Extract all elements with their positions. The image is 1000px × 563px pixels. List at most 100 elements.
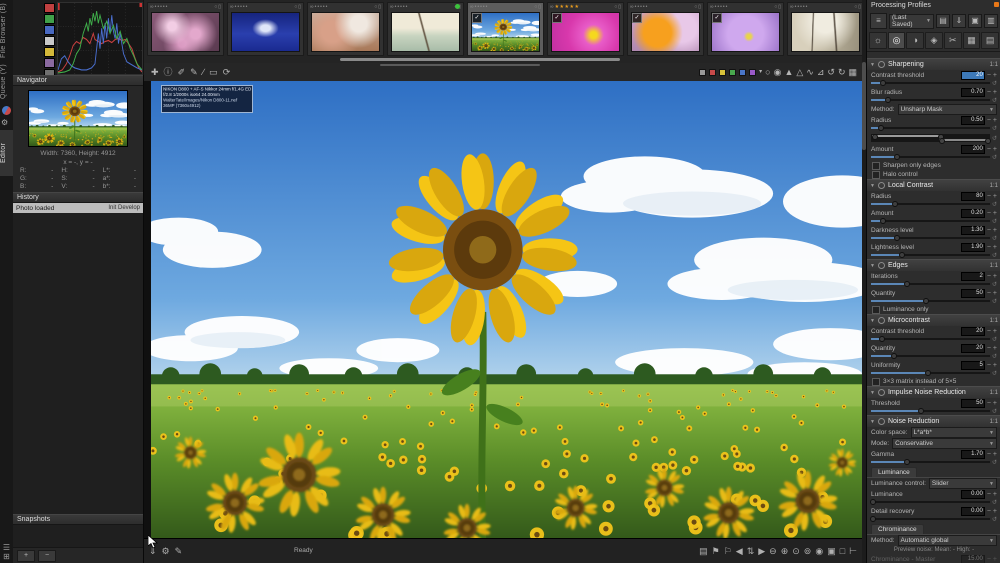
section-header-noise-reduction[interactable]: ▼Noise Reduction1:1: [867, 415, 1000, 427]
decrement-button[interactable]: −: [987, 193, 991, 200]
image-canvas[interactable]: NIKON D800 + AF-S Nikkor 24mm f/1.4G ED …: [144, 81, 862, 539]
slider-track[interactable]: [871, 461, 990, 463]
thumbnail-memorial[interactable]: ∞•••••○▯: [227, 2, 304, 56]
rating-dots[interactable]: •••••: [795, 4, 809, 10]
param-luminance[interactable]: Luminance0.00−+↺: [867, 489, 1000, 506]
decrement-button[interactable]: −: [987, 328, 991, 335]
decrement-button[interactable]: −: [987, 451, 991, 458]
redo-icon[interactable]: ↻: [838, 63, 846, 81]
color-label-icon[interactable]: ○: [214, 4, 217, 10]
histogram-chroma-toggle[interactable]: [44, 47, 55, 57]
param-radius[interactable]: Radius0.50−+↺: [867, 115, 1000, 132]
increment-button[interactable]: +: [993, 146, 997, 153]
rating-dots[interactable]: •••••: [635, 4, 649, 10]
slider-knob[interactable]: [918, 408, 924, 414]
pan-icon[interactable]: ⇅: [747, 546, 755, 557]
param-contrast-threshold[interactable]: Contrast threshold20−+↺: [867, 70, 1000, 87]
increment-button[interactable]: +: [993, 451, 997, 458]
profile-fill-icon[interactable]: ≡: [870, 13, 887, 29]
thumbnail-violet[interactable]: ∞•••••○▯✓: [707, 2, 784, 56]
tab-color[interactable]: ◑: [906, 32, 924, 49]
thumbnail-basin[interactable]: ∞•••••○▯: [387, 2, 464, 56]
navigator-header[interactable]: Navigator: [13, 75, 143, 86]
increment-button[interactable]: +: [993, 508, 997, 515]
param-iterations[interactable]: Iterations2−+↺: [867, 271, 1000, 288]
param-amount[interactable]: Amount200−+↺: [867, 144, 1000, 161]
section-header-local-contrast[interactable]: ▼Local Contrast1:1: [867, 179, 1000, 191]
slider-knob[interactable]: [880, 80, 886, 86]
param-value[interactable]: 0.20: [961, 209, 985, 218]
color-label-2[interactable]: [719, 69, 726, 76]
param-value[interactable]: 5: [961, 361, 985, 370]
slider-track[interactable]: [871, 203, 990, 205]
thumbnail-blossoms[interactable]: ∞•••••○▯: [307, 2, 384, 56]
decrement-button[interactable]: −: [987, 556, 991, 563]
decrement-button[interactable]: −: [987, 362, 991, 369]
trash-icon[interactable]: ▯: [778, 4, 781, 10]
tab-editor[interactable]: Editor: [0, 130, 13, 176]
param-uniformity[interactable]: Uniformity5−+↺: [867, 360, 1000, 377]
slider-track[interactable]: [871, 156, 990, 158]
param-value[interactable]: 15.00: [961, 555, 985, 563]
zoom-1-1-button[interactable]: 1:1: [990, 263, 998, 269]
paste-profile-icon[interactable]: ▥: [984, 14, 998, 28]
dropdown-luminance-control[interactable]: Luminance control:Slider▼: [867, 478, 1000, 489]
param-value[interactable]: 2: [961, 272, 985, 281]
zoom-1-1-button[interactable]: 1:1: [990, 183, 998, 189]
slider-track[interactable]: [871, 99, 990, 101]
slider-knob[interactable]: [878, 125, 884, 131]
param-value[interactable]: 80: [961, 192, 985, 201]
param-value[interactable]: 0.50: [961, 116, 985, 125]
tab-file-browser[interactable]: File Browser (B): [0, 2, 13, 60]
checkbox-box[interactable]: [872, 306, 880, 314]
param-value[interactable]: 0.00: [961, 507, 985, 516]
color-label-icon[interactable]: ○: [614, 4, 617, 10]
trash-icon[interactable]: ▯: [298, 4, 301, 10]
zoom-100-icon[interactable]: ◉: [815, 546, 823, 557]
checkbox-sharpen-only-edges[interactable]: Sharpen only edges: [867, 161, 1000, 170]
thumb-image-cherry-blossoms[interactable]: [311, 12, 380, 52]
profile-select[interactable]: (Last Saved) ▼: [889, 14, 934, 29]
histogram-blue-toggle[interactable]: [44, 25, 55, 35]
slider-knob[interactable]: [894, 154, 900, 160]
power-toggle-icon[interactable]: [878, 182, 885, 189]
expander-icon[interactable]: ▼: [870, 390, 875, 396]
hand-tool-icon[interactable]: ✚: [151, 63, 159, 81]
snapshots-list[interactable]: [13, 525, 143, 547]
trash-icon[interactable]: ▯: [218, 4, 221, 10]
reset-icon[interactable]: ↺: [992, 516, 997, 523]
threshold-curve-threshold[interactable]: ↺: [867, 132, 1000, 144]
reset-icon[interactable]: ↺: [992, 370, 997, 377]
slider-track[interactable]: [871, 355, 990, 357]
param-chrominance-master[interactable]: Chrominance - Master15.00−+↺: [867, 554, 1000, 563]
slider-track[interactable]: [871, 283, 990, 285]
detach-editor-icon[interactable]: ▣: [827, 546, 836, 557]
dropdown-value[interactable]: Slider▼: [929, 478, 997, 489]
reset-icon[interactable]: ↺: [992, 201, 997, 208]
dropdown-value[interactable]: Conservative▼: [892, 438, 997, 449]
angle-icon[interactable]: ⊿: [817, 63, 825, 81]
histogram-raw-toggle[interactable]: [44, 58, 55, 68]
decrement-button[interactable]: −: [987, 508, 991, 515]
power-toggle-icon[interactable]: [878, 317, 885, 324]
snapshot-grid-icon[interactable]: ▦: [848, 63, 857, 81]
section-header-sharpening[interactable]: ▼Sharpening1:1: [867, 58, 1000, 70]
snapshot-add-button[interactable]: +: [17, 550, 35, 562]
param-value[interactable]: 1.30: [961, 226, 985, 235]
navigator-preview[interactable]: [28, 90, 128, 147]
reset-icon[interactable]: ↺: [992, 252, 997, 259]
decrement-button[interactable]: −: [987, 227, 991, 234]
snapshots-header[interactable]: Snapshots: [13, 514, 143, 525]
highlight-clipping-icon[interactable]: △: [796, 63, 803, 81]
chevron-down-icon[interactable]: ▾: [759, 63, 762, 81]
color-label-3[interactable]: [729, 69, 736, 76]
slider-knob[interactable]: [892, 201, 898, 207]
thumb-image-lincoln-memorial-night[interactable]: [231, 12, 300, 52]
info-icon[interactable]: ⓘ: [164, 63, 173, 81]
subsection-tab[interactable]: Chrominance: [871, 524, 924, 534]
slider-track[interactable]: [871, 220, 990, 222]
decrement-button[interactable]: −: [987, 244, 991, 251]
increment-button[interactable]: +: [993, 328, 997, 335]
tab-transform[interactable]: ✂: [944, 32, 962, 49]
history-header[interactable]: History: [13, 192, 143, 203]
